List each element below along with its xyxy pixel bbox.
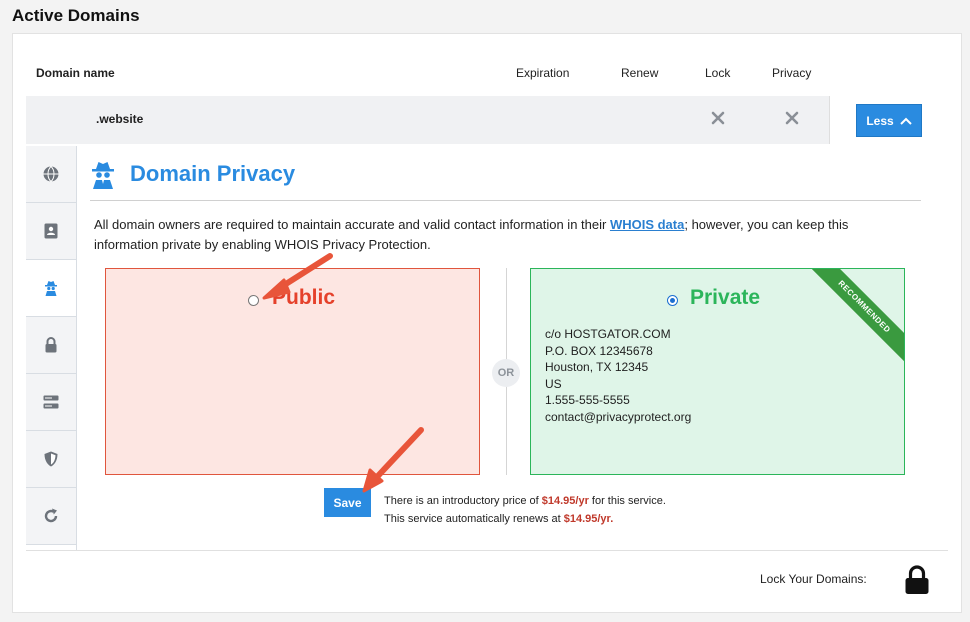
whois-data-link[interactable]: WHOIS data bbox=[610, 217, 684, 232]
save-button[interactable]: Save bbox=[324, 488, 371, 517]
contact-line: c/o HOSTGATOR.COM bbox=[545, 327, 671, 341]
renew-price-text: This service automatically renews at $14… bbox=[384, 513, 613, 525]
private-contact-info: c/o HOSTGATOR.COM P.O. BOX 12345678 Hous… bbox=[545, 326, 691, 425]
or-badge: OR bbox=[492, 359, 520, 387]
tab-domain-settings[interactable] bbox=[26, 146, 76, 203]
row-divider bbox=[829, 96, 830, 144]
contact-line: US bbox=[545, 376, 562, 391]
lock-icon bbox=[45, 337, 57, 353]
server-icon bbox=[43, 395, 59, 409]
contact-line: contact@privacyprotect.org bbox=[545, 409, 692, 424]
lock-domains-label: Lock Your Domains: bbox=[760, 572, 867, 586]
intro-price-text: There is an introductory price of $14.95… bbox=[384, 495, 666, 507]
header-domain-name: Domain name bbox=[36, 66, 115, 80]
intro-price-prefix: There is an introductory price of bbox=[384, 495, 542, 507]
header-lock: Lock bbox=[705, 66, 731, 80]
contact-line: Houston, TX 12345 bbox=[545, 360, 649, 374]
privacy-status-x-icon bbox=[785, 111, 799, 125]
contact-line: 1.555-555-5555 bbox=[545, 393, 630, 407]
desc-text-start: All domain owners are required to mainta… bbox=[94, 217, 610, 232]
header-expiration: Expiration bbox=[516, 66, 570, 80]
renew-price-value: $14.95/yr. bbox=[563, 513, 614, 525]
privacy-description: All domain owners are required to mainta… bbox=[94, 215, 914, 255]
globe-icon bbox=[43, 166, 59, 182]
contact-line: P.O. BOX 12345678 bbox=[545, 343, 653, 358]
chevron-up-icon bbox=[899, 117, 912, 125]
shield-icon bbox=[44, 451, 58, 467]
lock-domains-icon[interactable] bbox=[904, 565, 930, 595]
spy-icon bbox=[45, 281, 57, 296]
title-divider bbox=[90, 200, 921, 201]
tab-domain-privacy[interactable] bbox=[26, 260, 76, 317]
public-label[interactable]: Public bbox=[272, 286, 335, 310]
panel-title: Domain Privacy bbox=[130, 161, 296, 186]
intro-price-value: $14.95/yr bbox=[541, 495, 589, 507]
intro-price-suffix: for this service. bbox=[588, 495, 666, 507]
tab-protection[interactable] bbox=[26, 431, 76, 488]
public-radio[interactable] bbox=[248, 295, 259, 306]
domain-name-cell[interactable]: .website bbox=[96, 112, 143, 126]
renew-price-prefix: This service automatically renews at bbox=[384, 513, 564, 525]
domain-privacy-spy-icon bbox=[92, 162, 114, 189]
bottom-divider bbox=[26, 550, 948, 551]
less-button[interactable]: Less bbox=[856, 104, 922, 137]
tab-contacts[interactable] bbox=[26, 203, 76, 260]
recommended-ribbon: RECOMMENDED bbox=[807, 269, 904, 364]
header-renew: Renew bbox=[621, 66, 659, 80]
private-radio[interactable] bbox=[667, 295, 678, 306]
refresh-icon bbox=[44, 508, 58, 523]
tab-renewal[interactable] bbox=[26, 488, 76, 545]
contact-card-icon bbox=[44, 223, 58, 239]
lock-status-x-icon bbox=[711, 111, 725, 125]
tab-lock[interactable] bbox=[26, 317, 76, 374]
less-button-label: Less bbox=[866, 113, 894, 128]
side-tab-bar bbox=[26, 146, 77, 550]
page-title: Active Domains bbox=[12, 6, 140, 25]
private-label[interactable]: Private bbox=[690, 286, 760, 310]
header-privacy: Privacy bbox=[772, 66, 812, 80]
tab-name-servers[interactable] bbox=[26, 374, 76, 431]
